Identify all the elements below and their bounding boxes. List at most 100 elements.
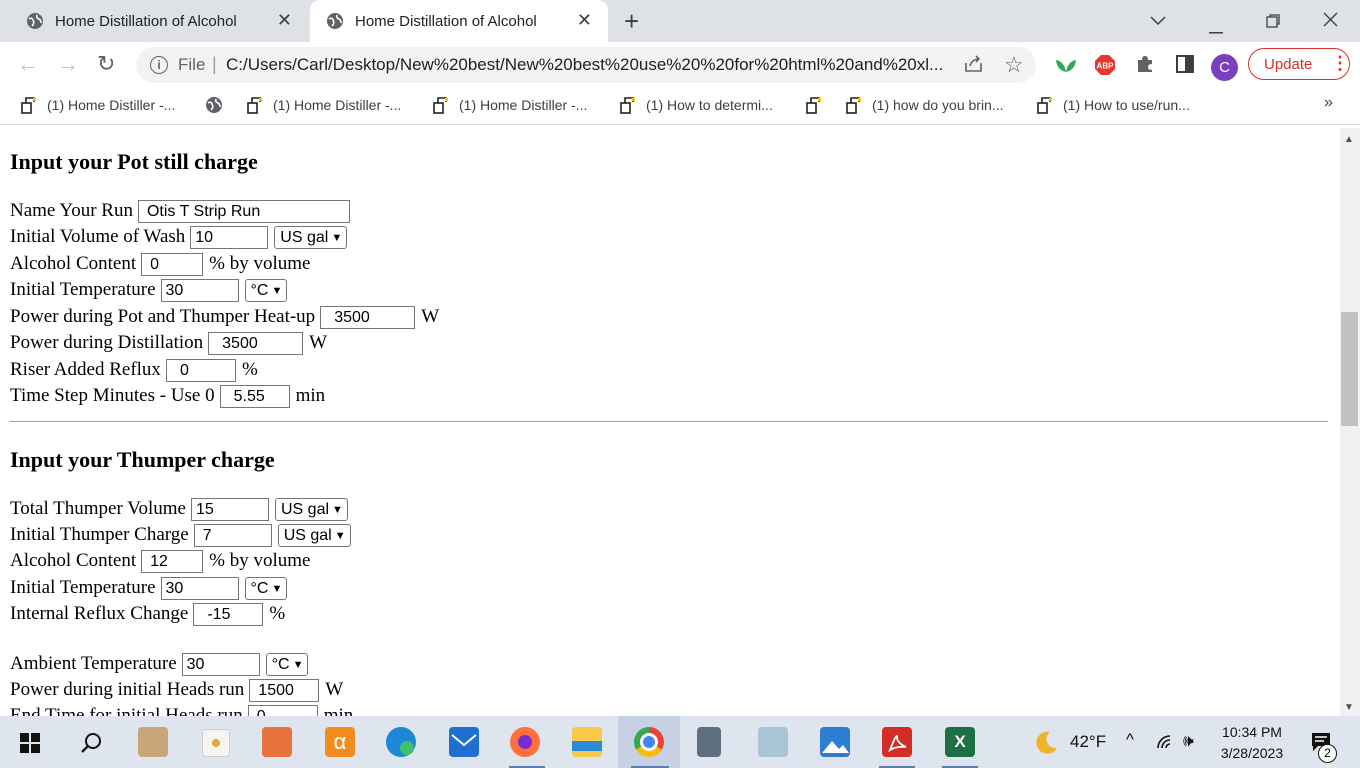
still-icon <box>1037 97 1052 114</box>
file-explorer-icon[interactable] <box>572 727 602 757</box>
adblock-icon[interactable]: ABP <box>1094 54 1116 81</box>
update-label: Update <box>1264 56 1313 73</box>
address-bar[interactable]: i File | C:/Users/Carl/Desktop/New%20bes… <box>136 47 1036 83</box>
bookmark-item[interactable] <box>805 96 832 114</box>
pot-temp-input[interactable]: 30 <box>160 278 239 302</box>
reload-icon[interactable]: ↻ <box>97 52 115 76</box>
heads-end-input[interactable]: 0 <box>247 704 318 716</box>
pot-temp-label: Initial Temperature <box>10 279 156 300</box>
wifi-icon[interactable] <box>1156 734 1176 750</box>
heads-power-row: Power during initial Heads run 1500 W <box>10 677 343 703</box>
alpha-icon[interactable]: α <box>325 727 355 757</box>
firefox-icon[interactable] <box>510 727 540 757</box>
puzzle-icon[interactable] <box>262 727 292 757</box>
photos-icon[interactable] <box>820 727 850 757</box>
run-name-input[interactable]: Otis T Strip Run <box>137 199 350 223</box>
url-text[interactable]: C:/Users/Carl/Desktop/New%20best/New%20b… <box>226 55 946 75</box>
thumper-temp-unit-select[interactable]: °C ▼ <box>244 576 288 600</box>
chrome-icon[interactable] <box>634 727 664 757</box>
windows-start-icon[interactable] <box>20 733 40 753</box>
bookmark-item[interactable]: (1) How to use/run... <box>1036 96 1190 114</box>
profile-avatar[interactable]: C <box>1211 54 1238 81</box>
chevron-down-icon: ▼ <box>292 658 304 671</box>
weather-temp[interactable]: 42°F <box>1070 732 1106 752</box>
acrobat-icon[interactable] <box>882 727 912 757</box>
timestep-input[interactable]: 5.55 <box>219 384 290 408</box>
side-panel-icon[interactable] <box>1176 55 1194 78</box>
wash-volume-label: Initial Volume of Wash <box>10 226 186 247</box>
svg-text:ABP: ABP <box>1097 62 1115 71</box>
thumper-charge-unit-select[interactable]: US gal ▼ <box>277 523 351 547</box>
ambient-temp-unit-select[interactable]: °C ▼ <box>265 652 309 676</box>
scrollbar-thumb[interactable] <box>1341 312 1358 426</box>
select-value: °C <box>250 281 269 299</box>
heatup-power-input[interactable]: 3500 <box>320 305 416 329</box>
weather-moon-icon[interactable] <box>1032 729 1060 757</box>
close-icon[interactable]: ✕ <box>277 11 292 29</box>
scroll-down-arrow-icon[interactable]: ▼ <box>1344 702 1354 713</box>
heads-power-input[interactable]: 1500 <box>249 678 320 702</box>
chevron-up-icon[interactable]: ^ <box>1126 730 1134 750</box>
wash-volume-unit-select[interactable]: US gal ▼ <box>274 225 348 249</box>
clock[interactable]: 10:34 PM 3/28/2023 <box>1212 722 1292 764</box>
thumper-temp-input[interactable]: 30 <box>160 576 239 600</box>
bookmark-item[interactable]: (1) Home Distiller -... <box>246 96 401 114</box>
pot-temp-unit-select[interactable]: °C ▼ <box>244 278 288 302</box>
bookmark-item[interactable]: (1) How to determi... <box>619 96 773 114</box>
excel-icon[interactable]: X <box>945 727 975 757</box>
close-icon[interactable]: ✕ <box>577 11 592 29</box>
thumper-volume-input[interactable]: 15 <box>191 497 269 521</box>
share-icon[interactable] <box>964 55 984 78</box>
wash-volume-input[interactable]: 10 <box>190 225 269 249</box>
select-value: US gal <box>280 228 329 246</box>
thumper-volume-unit-select[interactable]: US gal ▼ <box>275 497 348 521</box>
pot-alcohol-row: Alcohol Content 0 % by volume <box>10 251 310 277</box>
tab-active[interactable]: Home Distillation of Alcohol ✕ <box>310 0 608 42</box>
pot-alcohol-input[interactable]: 0 <box>141 252 204 276</box>
bookmark-item[interactable]: (1) Home Distiller -... <box>432 96 587 114</box>
search-icon[interactable] <box>80 732 102 754</box>
info-icon[interactable]: i <box>150 56 168 74</box>
restore-icon[interactable] <box>1266 12 1280 33</box>
edge-icon[interactable] <box>386 727 416 757</box>
bookmark-item[interactable] <box>205 96 232 114</box>
omnibox-divider: | <box>212 54 217 74</box>
forward-arrow-icon[interactable]: → <box>57 52 79 76</box>
close-icon[interactable] <box>1323 11 1338 32</box>
pot-alcohol-label: Alcohol Content <box>10 253 137 274</box>
bookmark-label: (1) Home Distiller -... <box>47 97 176 113</box>
bookmarks-more-button[interactable]: » <box>1324 94 1333 112</box>
thumper-charge-input[interactable]: 7 <box>193 523 272 547</box>
tab-inactive[interactable]: Home Distillation of Alcohol ✕ <box>0 0 308 42</box>
bookmark-item[interactable]: (1) Home Distiller -... <box>20 96 175 114</box>
chevron-down-icon[interactable] <box>1150 10 1166 31</box>
maps-icon[interactable] <box>202 729 230 757</box>
back-arrow-icon[interactable]: ← <box>17 52 39 76</box>
select-value: US gal <box>281 500 330 518</box>
mail-icon[interactable] <box>449 727 479 757</box>
thumper-alcohol-input[interactable]: 12 <box>141 549 204 573</box>
paint-icon[interactable] <box>138 727 168 757</box>
star-icon[interactable]: ☆ <box>1004 52 1024 78</box>
scroll-up-arrow-icon[interactable]: ▲ <box>1344 134 1354 145</box>
update-button[interactable]: Update ⋮ <box>1248 48 1350 80</box>
thumper-volume-row: Total Thumper Volume 15 US gal ▼ <box>10 496 348 522</box>
heads-end-label: End Time for initial Heads run <box>10 705 243 716</box>
pot-temp-row: Initial Temperature 30 °C ▼ <box>10 277 288 303</box>
tab-title: Home Distillation of Alcohol <box>355 12 537 30</box>
leaf-extension-icon[interactable] <box>1055 56 1077 79</box>
distill-power-input[interactable]: 3500 <box>208 331 304 355</box>
distill-power-row: Power during Distillation 3500 W <box>10 330 327 356</box>
bookmark-item[interactable]: (1) how do you brin... <box>845 96 1004 114</box>
chevron-down-icon: ▼ <box>271 582 283 595</box>
puzzle-extensions-icon[interactable] <box>1135 54 1155 79</box>
notepad-icon[interactable] <box>758 727 788 757</box>
minimize-icon[interactable] <box>1209 18 1223 39</box>
riser-reflux-label: Riser Added Reflux <box>10 359 161 380</box>
riser-reflux-input[interactable]: 0 <box>165 358 236 382</box>
plus-icon[interactable]: + <box>624 8 639 34</box>
ambient-temp-input[interactable]: 30 <box>181 652 260 676</box>
volume-icon[interactable]: 🕪 <box>1183 731 1194 751</box>
thumper-reflux-input[interactable]: -15 <box>193 602 264 626</box>
calculator-icon[interactable] <box>697 727 721 757</box>
